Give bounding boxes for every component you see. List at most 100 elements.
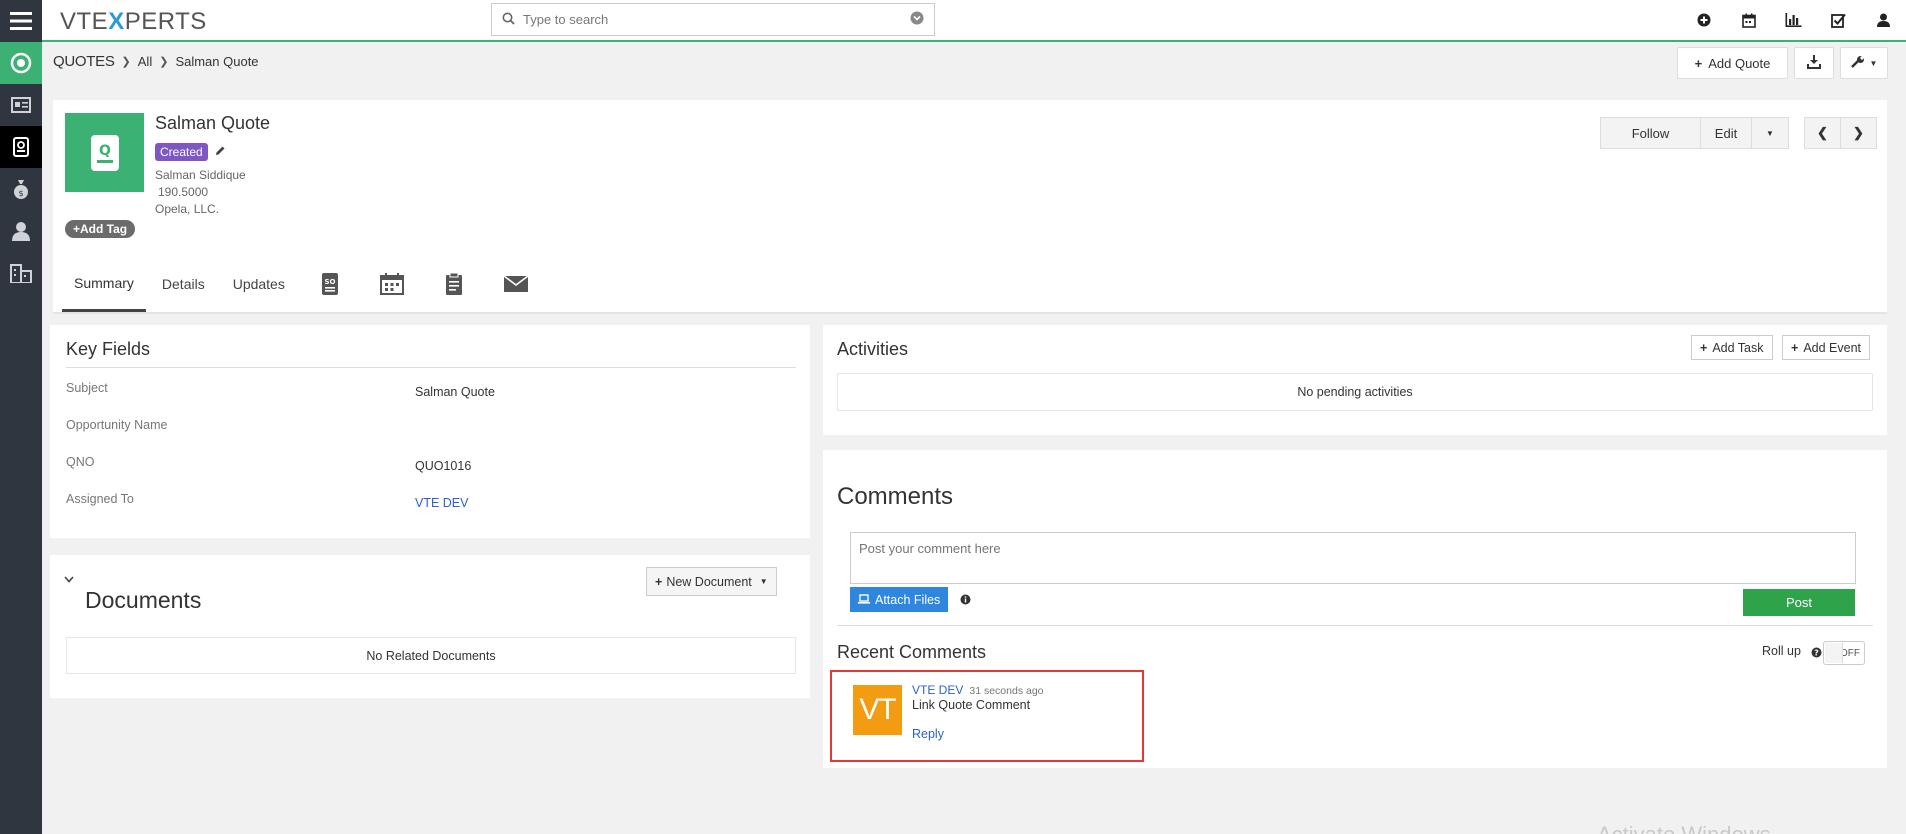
tab-details[interactable]: Details — [150, 256, 217, 312]
documents-empty-state: No Related Documents — [66, 637, 796, 674]
contacts-card-icon[interactable] — [0, 84, 42, 126]
post-comment-button[interactable]: Post — [1743, 589, 1855, 616]
key-fields-title: Key Fields — [66, 339, 151, 359]
chevron-right-icon: ❯ — [121, 56, 131, 68]
quote-record-icon: Q — [65, 113, 144, 192]
calendar-icon[interactable] — [1726, 13, 1771, 28]
field-value-subject[interactable]: Salman Quote — [415, 385, 495, 399]
edit-button[interactable]: Edit — [1700, 117, 1752, 149]
status-badge: Created — [155, 143, 208, 161]
help-question-icon[interactable]: ? — [1811, 646, 1822, 661]
rollup-toggle[interactable]: OFF — [1823, 641, 1865, 665]
tab-summary[interactable]: Summary — [62, 256, 146, 312]
collapse-chevron-icon[interactable] — [64, 572, 74, 587]
plus-icon: + — [655, 574, 663, 589]
comment-timestamp: 31 seconds ago — [969, 685, 1044, 697]
documents-title: Documents — [85, 587, 202, 613]
breadcrumb-record: Salman Quote — [175, 54, 259, 69]
plus-icon: + — [1700, 340, 1708, 355]
chevron-right-icon: ❯ — [1853, 125, 1864, 140]
comment-header: VTE DEV 31 seconds ago — [912, 683, 1044, 697]
tasks-checkbox-icon[interactable] — [1816, 13, 1861, 28]
svg-text:$: $ — [18, 189, 23, 198]
divider — [66, 367, 796, 368]
svg-text:?: ? — [1814, 649, 1819, 658]
toggle-knob — [1825, 643, 1843, 663]
comment-author[interactable]: VTE DEV — [912, 683, 963, 697]
record-organization: Opela, LLC. — [155, 202, 220, 216]
add-quote-button[interactable]: + Add Quote — [1677, 47, 1788, 79]
record-tabs: Summary Details Updates SO — [53, 256, 1887, 314]
quick-create-plus-icon[interactable] — [1681, 13, 1726, 27]
comment-textarea[interactable] — [850, 532, 1856, 584]
breadcrumb: QUOTES ❯ All ❯ Salman Quote — [53, 53, 259, 70]
windows-activation-watermark: Activate Windows — [1597, 822, 1771, 834]
caret-down-icon: ▼ — [1766, 128, 1774, 138]
field-value-qno: QUO1016 — [415, 459, 472, 473]
avatar: VT — [853, 685, 902, 735]
edit-pencil-icon[interactable] — [215, 144, 226, 159]
activities-panel: Activities + Add Task + Add Event No pen… — [823, 325, 1887, 435]
attach-files-button[interactable]: Attach Files — [850, 587, 949, 612]
breadcrumb-module[interactable]: QUOTES — [53, 53, 115, 70]
info-icon[interactable] — [960, 593, 971, 608]
caret-down-icon: ▼ — [1869, 58, 1878, 68]
new-document-button[interactable]: + New Document ▼ — [646, 567, 777, 596]
key-fields-panel: Key Fields Subject Salman Quote Opportun… — [50, 325, 810, 538]
search-input[interactable] — [523, 12, 910, 27]
divider — [837, 625, 1873, 626]
breadcrumb-filter-all[interactable]: All — [138, 54, 152, 69]
left-sidebar: $ — [0, 0, 42, 834]
svg-text:SO: SO — [324, 278, 335, 286]
more-actions-dropdown[interactable]: ▼ — [1751, 117, 1789, 149]
chevron-left-icon: ❮ — [1817, 125, 1828, 140]
caret-down-icon: ▼ — [759, 577, 768, 586]
user-icon[interactable] — [0, 210, 42, 252]
rollup-label: Roll up — [1762, 644, 1801, 658]
follow-button[interactable]: Follow — [1600, 117, 1701, 149]
add-event-button[interactable]: + Add Event — [1782, 335, 1870, 360]
comment-reply-link[interactable]: Reply — [912, 727, 944, 741]
chevron-right-icon: ❯ — [159, 56, 169, 68]
tab-updates[interactable]: Updates — [221, 256, 297, 312]
record-contact: Salman Siddique — [155, 168, 246, 182]
plus-icon: + — [73, 222, 81, 236]
search-icon — [502, 12, 515, 28]
svg-text:Q: Q — [99, 143, 111, 159]
organization-building-icon[interactable] — [0, 252, 42, 294]
activities-empty-state: No pending activities — [837, 373, 1873, 411]
settings-wrench-dropdown[interactable]: ▼ — [1840, 47, 1888, 79]
previous-record-button[interactable]: ❮ — [1804, 117, 1841, 149]
search-options-chevron-icon[interactable] — [910, 11, 924, 28]
field-value-assigned-to[interactable]: VTE DEV — [415, 496, 469, 510]
recent-comments-title: Recent Comments — [837, 642, 987, 662]
calendar-icon[interactable] — [363, 256, 421, 312]
import-download-button[interactable] — [1794, 47, 1834, 79]
user-profile-icon[interactable] — [1861, 13, 1906, 27]
add-task-button[interactable]: + Add Task — [1691, 335, 1773, 360]
record-title: Salman Quote — [155, 113, 271, 133]
global-search[interactable] — [491, 3, 935, 36]
documents-panel: Documents + New Document ▼ No Related Do… — [50, 555, 810, 698]
email-icon[interactable] — [487, 256, 545, 312]
wrench-icon — [1850, 55, 1865, 72]
next-record-button[interactable]: ❯ — [1840, 117, 1877, 149]
money-bag-icon[interactable]: $ — [0, 168, 42, 210]
activities-title: Activities — [837, 339, 909, 359]
breadcrumb-bar: QUOTES ❯ All ❯ Salman Quote + Add Quote … — [42, 42, 1906, 82]
top-navbar: VTEXPERTS — [42, 0, 1906, 42]
home-icon[interactable] — [0, 42, 42, 84]
quotes-icon[interactable] — [0, 126, 42, 168]
vtexperts-logo[interactable]: VTEXPERTS — [60, 8, 207, 36]
comment-text: Link Quote Comment — [912, 698, 1031, 712]
sales-order-icon[interactable]: SO — [301, 256, 359, 312]
plus-icon: + — [1791, 340, 1799, 355]
laptop-icon — [858, 593, 870, 607]
reports-chart-icon[interactable] — [1771, 13, 1816, 27]
record-header: Q Salman Quote Created Salman Siddique 1… — [53, 100, 1887, 256]
plus-icon: + — [1694, 55, 1703, 71]
comments-title: Comments — [837, 483, 954, 510]
hamburger-menu-icon[interactable] — [0, 0, 42, 42]
document-icon[interactable] — [425, 256, 483, 312]
add-tag-button[interactable]: +Add Tag — [65, 220, 136, 238]
